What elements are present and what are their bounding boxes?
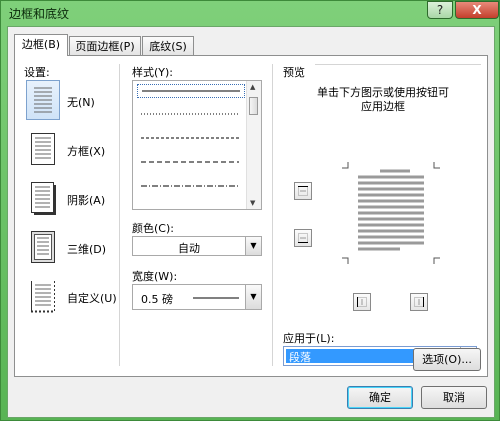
style-scrollbar[interactable]: ▲ ▼ <box>246 81 261 209</box>
window-title: 边框和底纹 <box>9 7 70 21</box>
title-bar[interactable]: 边框和底纹 ? X <box>1 1 499 23</box>
apply-to-value: 段落 <box>289 351 311 364</box>
setting-custom-label: 自定义(U) <box>67 292 117 305</box>
border-none-icon <box>34 87 52 113</box>
bottom-border-button[interactable] <box>294 229 312 247</box>
style-option-solid[interactable] <box>137 84 245 98</box>
dialog-body: 边框(B) 页面边框(P) 底纹(S) 设置: 无(N) 方框(X) 阴影(A)… <box>7 26 495 418</box>
style-option-dash-dot[interactable] <box>137 180 245 194</box>
options-button[interactable]: 选项(O)... <box>413 348 481 371</box>
preview-heading: 预览 <box>283 66 305 79</box>
bottom-border-icon <box>298 233 308 243</box>
setting-shadow-label: 阴影(A) <box>67 194 106 207</box>
top-border-button[interactable] <box>294 182 312 200</box>
border-box-icon <box>31 133 55 165</box>
style-listbox[interactable]: ▲ ▼ <box>132 80 262 210</box>
right-border-icon <box>414 297 424 307</box>
color-value: 自动 <box>178 242 200 255</box>
tab-borders[interactable]: 边框(B) <box>14 34 68 56</box>
setting-custom-option[interactable] <box>26 276 60 316</box>
width-select[interactable]: 0.5 磅 ▼ <box>132 284 262 310</box>
apply-to-heading: 应用于(L): <box>283 332 335 345</box>
scroll-thumb[interactable] <box>249 97 258 115</box>
scroll-up-icon[interactable]: ▲ <box>250 83 255 91</box>
setting-3d-option[interactable] <box>26 227 60 267</box>
settings-heading: 设置: <box>24 66 50 79</box>
cancel-button[interactable]: 取消 <box>421 386 487 409</box>
border-shadow-icon <box>31 182 56 215</box>
preview-instruction-line2: 应用边框 <box>361 100 405 113</box>
setting-box-option[interactable] <box>26 129 60 169</box>
chevron-down-icon[interactable]: ▼ <box>245 285 261 309</box>
tab-shading[interactable]: 底纹(S) <box>142 36 194 55</box>
ok-button[interactable]: 确定 <box>347 386 413 409</box>
preview-rule <box>315 64 481 65</box>
chevron-down-icon[interactable]: ▼ <box>245 237 261 255</box>
border-custom-icon <box>31 281 55 313</box>
column-divider <box>119 64 120 366</box>
style-option-dotted[interactable] <box>137 108 245 122</box>
color-select[interactable]: 自动 ▼ <box>132 236 262 256</box>
border-3d-icon <box>31 231 55 263</box>
column-divider <box>272 64 273 366</box>
close-button[interactable]: X <box>455 1 499 19</box>
scroll-down-icon[interactable]: ▼ <box>250 199 255 207</box>
left-border-button[interactable] <box>353 293 371 311</box>
right-border-button[interactable] <box>410 293 428 311</box>
left-border-icon <box>357 297 367 307</box>
borders-panel: 设置: 无(N) 方框(X) 阴影(A) 三维(D) 自定义(U) 样式(Y):… <box>14 55 488 377</box>
style-option-dashed-small[interactable] <box>137 132 245 146</box>
color-heading: 颜色(C): <box>132 222 174 235</box>
setting-shadow-option[interactable] <box>26 178 60 218</box>
width-line-sample <box>193 297 239 299</box>
width-value: 0.5 磅 <box>141 293 173 306</box>
help-button[interactable]: ? <box>427 1 453 19</box>
style-option-dashed[interactable] <box>137 156 245 170</box>
setting-none-label: 无(N) <box>67 96 95 109</box>
tab-page-border[interactable]: 页面边框(P) <box>69 36 141 55</box>
preview-diagram[interactable] <box>340 162 442 264</box>
setting-box-label: 方框(X) <box>67 145 106 158</box>
setting-none-option[interactable] <box>26 80 60 120</box>
top-border-icon <box>298 186 308 196</box>
width-heading: 宽度(W): <box>132 270 178 283</box>
setting-3d-label: 三维(D) <box>67 243 107 256</box>
style-heading: 样式(Y): <box>132 66 174 79</box>
dialog-window: 边框和底纹 ? X 边框(B) 页面边框(P) 底纹(S) 设置: 无(N) 方… <box>0 0 500 421</box>
